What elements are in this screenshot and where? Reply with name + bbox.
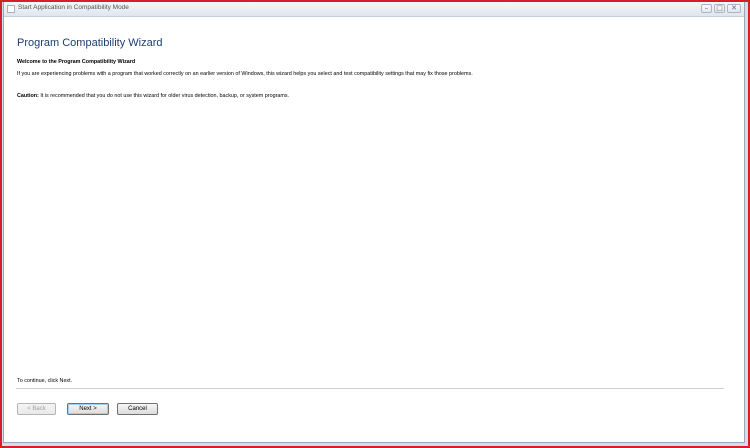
window-title: Start Application in Compatibility Mode (18, 4, 129, 11)
continue-instruction: To continue, click Next. (17, 378, 73, 384)
caution-message: It is recommended that you do not use th… (38, 93, 290, 99)
caution-text: Caution: It is recommended that you do n… (17, 93, 289, 99)
welcome-subheading: Welcome to the Program Compatibility Wiz… (17, 59, 136, 65)
intro-text: If you are experiencing problems with a … (17, 71, 473, 77)
maximize-button[interactable]: □ (714, 4, 725, 13)
footer-separator (16, 388, 724, 389)
back-button[interactable]: < Back (17, 403, 56, 415)
title-bar[interactable]: Start Application in Compatibility Mode … (4, 2, 744, 17)
minimize-button[interactable]: – (701, 4, 712, 13)
caution-label: Caution: (17, 93, 39, 99)
close-button[interactable]: ✕ (727, 4, 741, 13)
maximize-icon: □ (716, 4, 723, 12)
cancel-button[interactable]: Cancel (117, 403, 158, 415)
page-title: Program Compatibility Wizard (17, 37, 163, 49)
application-icon (7, 5, 15, 13)
close-icon: ✕ (731, 4, 737, 12)
window-controls: – □ ✕ (701, 4, 741, 14)
minimize-icon: – (704, 4, 709, 12)
next-button[interactable]: Next > (67, 403, 109, 415)
wizard-window: Start Application in Compatibility Mode … (4, 2, 744, 442)
